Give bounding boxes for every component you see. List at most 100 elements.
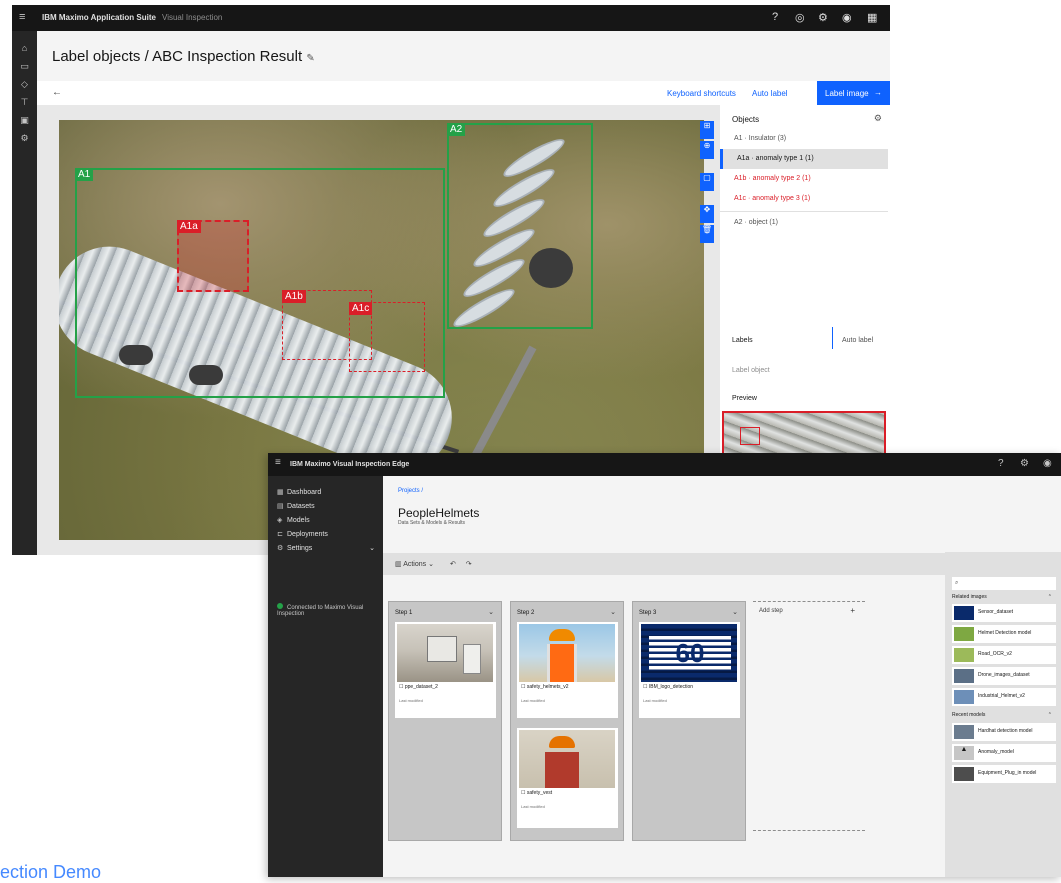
divider [720, 211, 888, 212]
top-header-bar: ≡ IBM Maximo Visual Inspection Edge ? ⚙ … [268, 453, 1061, 476]
dataset-card[interactable]: ☐ safety_vest Last modified [517, 728, 618, 828]
add-step-column[interactable]: Add step + [753, 601, 865, 831]
redo-icon[interactable]: ↷ [466, 561, 472, 568]
labels-heading: Labels [732, 337, 753, 344]
dataset-card[interactable]: ☐ safety_helmets_v2 Last modified [517, 622, 618, 718]
settings-gear-icon[interactable]: ⚙ [818, 11, 828, 24]
actions-dropdown[interactable]: Actions [403, 561, 426, 568]
equipment-shape [427, 636, 457, 662]
app-brand: IBM Maximo Application Suite [42, 13, 156, 22]
home-icon[interactable]: ⌂ [19, 43, 30, 54]
asset-thumbnail [954, 690, 974, 704]
card-meta: Last modified [521, 804, 545, 809]
asset-thumbnail [954, 725, 974, 739]
card-title: ☐ ppe_dataset_2 [399, 684, 438, 690]
asset-item[interactable]: Equipment_Plug_in model [952, 765, 1056, 783]
bounding-box-a2[interactable] [447, 123, 593, 329]
box-tool-icon[interactable]: ▢ [700, 173, 714, 191]
arrow-right-icon: → [874, 88, 882, 97]
keyboard-shortcuts-link[interactable]: Keyboard shortcuts [667, 89, 736, 98]
anomaly-label-a1c: A1c [349, 302, 373, 315]
asset-thumbnail [954, 767, 974, 781]
user-avatar-icon[interactable]: ◉ [1043, 458, 1052, 469]
object-row[interactable]: A1 · Insulator (3) [720, 129, 888, 149]
toolbar-grid-icon[interactable]: ▥ [395, 561, 402, 568]
nav-item-settings[interactable]: ⚙ Settings ⌄ [277, 544, 381, 556]
nav-item-dashboard[interactable]: ▦ Dashboard [277, 488, 381, 500]
column-menu-icon[interactable]: ⌄ [488, 608, 494, 616]
panel-settings-icon[interactable]: ⚙ [874, 113, 882, 124]
hardhat-shape [549, 629, 575, 641]
label-image-button[interactable]: Label image → [817, 81, 890, 105]
nav-item-datasets[interactable]: ▤ Datasets [277, 502, 381, 514]
object-row[interactable]: A1c · anomaly type 3 (1) [720, 189, 888, 209]
undo-icon[interactable]: ↶ [450, 561, 456, 568]
object-row[interactable]: A2 · object (1) [720, 213, 888, 233]
card-title: ☐ safety_vest [521, 790, 553, 796]
asset-search-input[interactable]: ⌕ [952, 577, 1056, 590]
asset-item[interactable]: Hardhat detection model [952, 723, 1056, 741]
object-row-selected[interactable]: A1a · anomaly type 1 (1) [720, 149, 888, 169]
edit-pencil-icon[interactable]: ✎ [306, 53, 314, 64]
page-title: Label objects / ABC Inspection Result ✎ [52, 48, 315, 65]
asset-browser-panel: ⌕ Related images ⌃ Sensor_dataset Helmet … [945, 552, 1061, 877]
asset-item[interactable]: Sensor_dataset [952, 604, 1056, 622]
dataset-card[interactable]: ☐ ppe_dataset_2 Last modified [395, 622, 496, 718]
column-menu-icon[interactable]: ⌄ [610, 608, 616, 616]
asset-item[interactable]: Industrial_Helmet_v2 [952, 688, 1056, 706]
hamburger-menu-icon[interactable]: ≡ [275, 457, 281, 468]
chevron-down-icon: ⌄ [428, 561, 434, 568]
deploy-icon[interactable]: ⊤ [19, 97, 30, 108]
label-input[interactable]: Label object [732, 367, 770, 374]
asset-thumbnail [954, 627, 974, 641]
settings-icon[interactable]: ⚙ [19, 133, 30, 144]
help-icon[interactable]: ? [998, 458, 1004, 469]
dataset-card[interactable]: 60 ☐ IBM_logo_detection Last modified [639, 622, 740, 718]
hamburger-menu-icon[interactable]: ≡ [19, 11, 25, 23]
back-arrow-icon[interactable]: ← [52, 87, 62, 98]
add-icon[interactable]: + [850, 606, 855, 615]
nav-item-models[interactable]: ◈ Models [277, 516, 381, 528]
pipeline-column: Step 1 ⌄ ☐ ppe_dataset_2 Last modified [388, 601, 502, 841]
main-content: Projects / PeopleHelmets Data Sets & Mod… [383, 476, 1060, 877]
nav-item-deployments[interactable]: ⊏ Deployments [277, 530, 381, 542]
pan-tool-icon[interactable]: ✥ [700, 205, 714, 223]
help-icon[interactable]: ? [772, 11, 778, 23]
object-row[interactable]: A1b · anomaly type 2 (1) [720, 169, 888, 189]
anomaly-label-a1a: A1a [177, 220, 201, 233]
zoom-tool-icon[interactable]: ⊕ [700, 141, 714, 159]
asset-item[interactable]: Helmet Detection model [952, 625, 1056, 643]
auto-label-tab[interactable]: Auto label [842, 337, 873, 344]
group-header[interactable]: Recent models ⌃ [952, 712, 1056, 718]
app-brand: IBM Maximo Visual Inspection Edge [290, 461, 410, 468]
objects-heading: Objects [732, 115, 760, 124]
dataset-icon[interactable]: ▭ [19, 61, 30, 72]
app-switcher-icon[interactable]: ▦ [867, 11, 877, 24]
column-menu-icon[interactable]: ⌄ [732, 608, 738, 616]
asset-item[interactable]: Drone_images_dataset [952, 667, 1056, 685]
column-title: Step 2 [517, 610, 535, 616]
chevron-up-icon: ⌃ [1047, 594, 1052, 600]
delete-tool-icon[interactable]: 🗑 [700, 225, 714, 243]
demo-caption: ection Demo [0, 862, 102, 882]
user-avatar-icon[interactable]: ◉ [842, 11, 852, 24]
select-tool-icon[interactable]: ⊞ [700, 121, 714, 139]
card-image [519, 730, 615, 788]
chevron-up-icon: ⌃ [1047, 712, 1052, 718]
card-title: ☐ IBM_logo_detection [643, 684, 694, 690]
asset-thumbnail [954, 648, 974, 662]
monitor-icon[interactable]: ▣ [19, 115, 30, 126]
left-navigation-rail: ⌂ ▭ ◇ ⊤ ▣ ⚙ [12, 31, 37, 555]
auto-label-link[interactable]: Auto label [752, 89, 788, 98]
pipeline-column: Step 2 ⌄ ☐ safety_helmets_v2 Last modifi… [510, 601, 624, 841]
dashboard-icon: ▦ [277, 489, 284, 496]
model-icon[interactable]: ◇ [19, 79, 30, 90]
asset-item[interactable]: ▲ Anomaly_model [952, 744, 1056, 762]
settings-gear-icon[interactable]: ⚙ [1020, 458, 1029, 469]
notification-icon[interactable]: ◎ [795, 11, 805, 24]
group-header[interactable]: Related images ⌃ [952, 594, 1056, 600]
chevron-down-icon: ⌄ [369, 545, 375, 552]
card-title: ☐ safety_helmets_v2 [521, 684, 569, 690]
breadcrumb[interactable]: Projects / [398, 488, 423, 494]
asset-item[interactable]: Road_OCR_v2 [952, 646, 1056, 664]
